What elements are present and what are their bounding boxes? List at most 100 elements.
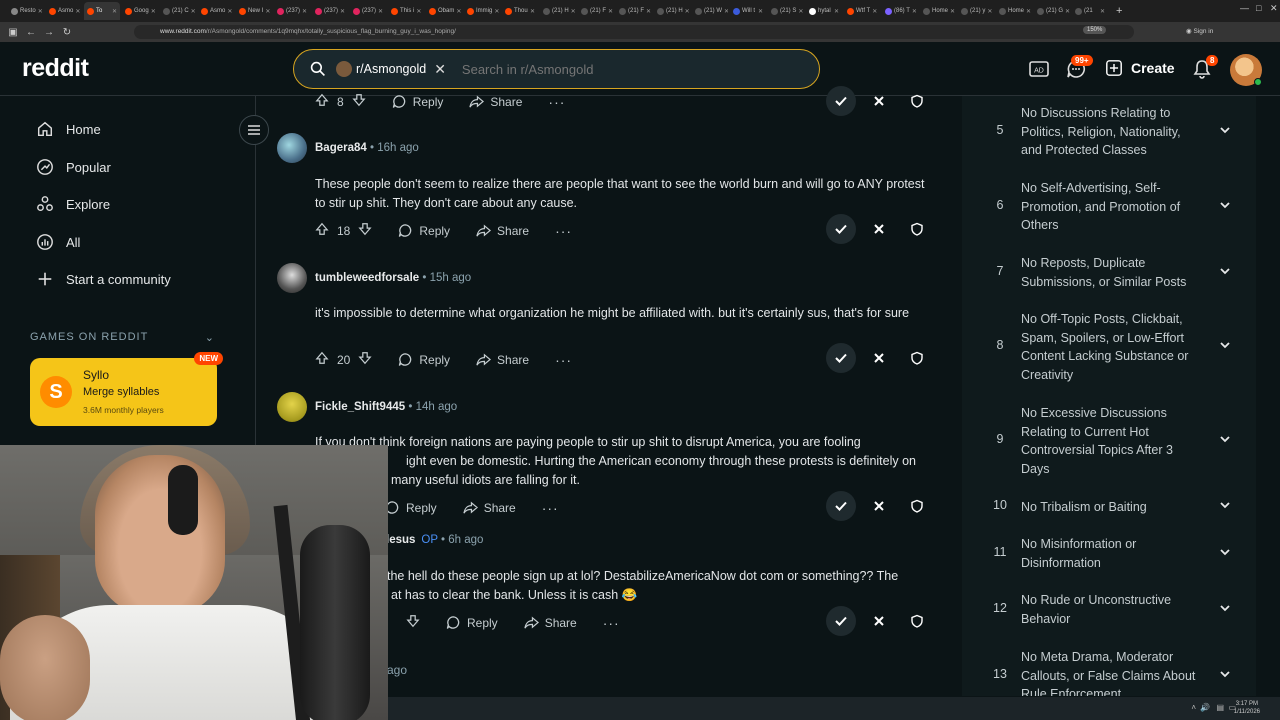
url-field[interactable]: www.reddit.com/r/Asmongold/comments/1q9m… xyxy=(134,25,1134,39)
share-button[interactable]: Share xyxy=(463,500,516,515)
approve-button[interactable] xyxy=(826,606,856,636)
browser-tab[interactable]: Immig ✕ xyxy=(464,2,500,20)
more-options-button[interactable]: ··· xyxy=(555,223,572,239)
tab-close-icon[interactable]: ✕ xyxy=(1100,8,1105,15)
chevron-down-icon[interactable] xyxy=(1218,601,1232,615)
comment-author[interactable]: Bagera84 • 16h ago xyxy=(315,142,419,154)
browser-tab[interactable]: (237) ✕ xyxy=(312,2,348,20)
create-button[interactable]: Create xyxy=(1105,59,1175,77)
reply-button[interactable]: Reply xyxy=(446,615,498,630)
chevron-down-icon[interactable] xyxy=(1218,432,1232,446)
sidebar-toggle-icon[interactable]: ▣ xyxy=(4,27,22,38)
reddit-logo[interactable]: reddit xyxy=(22,54,89,83)
tab-close-icon[interactable]: ✕ xyxy=(340,8,345,15)
game-card-syllo[interactable]: S Syllo Merge syllables 3.6M monthly pla… xyxy=(30,352,223,426)
browser-tab[interactable]: Asmo ✕ xyxy=(198,2,234,20)
browser-tab[interactable]: (21) W ✕ xyxy=(692,2,728,20)
tab-close-icon[interactable]: ✕ xyxy=(758,8,763,15)
tab-close-icon[interactable]: ✕ xyxy=(38,8,43,15)
share-button[interactable]: Share xyxy=(476,352,529,367)
comment-avatar[interactable] xyxy=(277,392,307,422)
tab-close-icon[interactable]: ✕ xyxy=(191,8,196,15)
user-avatar[interactable] xyxy=(1230,54,1262,86)
browser-tab[interactable]: (237) ✕ xyxy=(350,2,386,20)
tab-close-icon[interactable]: ✕ xyxy=(151,8,156,15)
tab-close-icon[interactable]: ✕ xyxy=(950,8,955,15)
tab-close-icon[interactable]: ✕ xyxy=(378,8,383,15)
tab-close-icon[interactable]: ✕ xyxy=(724,8,728,15)
browser-tab[interactable]: (21) F ✕ xyxy=(616,2,652,20)
browser-tab[interactable]: (21) H ✕ xyxy=(540,2,576,20)
more-options-button[interactable]: ··· xyxy=(542,500,559,516)
sidebar-item-home[interactable]: Home xyxy=(36,120,101,138)
browser-tab[interactable]: Home ✕ xyxy=(996,2,1032,20)
tab-close-icon[interactable]: ✕ xyxy=(571,8,576,15)
approve-button[interactable] xyxy=(826,491,856,521)
reply-button[interactable]: Reply xyxy=(398,223,450,238)
tray-chevron-icon[interactable]: ˄ xyxy=(1191,703,1196,712)
tab-close-icon[interactable]: ✕ xyxy=(112,8,117,15)
browser-tab[interactable]: Wtf T ✕ xyxy=(844,2,880,20)
tab-close-icon[interactable]: ✕ xyxy=(456,8,461,15)
more-options-button[interactable]: ··· xyxy=(603,615,620,631)
tab-close-icon[interactable]: ✕ xyxy=(416,8,421,15)
distinguish-button[interactable] xyxy=(902,491,932,521)
browser-tab[interactable]: To ✕ xyxy=(84,2,120,20)
chevron-down-icon[interactable] xyxy=(1218,498,1232,512)
tab-close-icon[interactable]: ✕ xyxy=(872,8,877,15)
downvote-icon[interactable] xyxy=(406,614,420,631)
sidebar-item-start-community[interactable]: Start a community xyxy=(36,270,171,288)
tab-close-icon[interactable]: ✕ xyxy=(608,8,613,15)
zoom-indicator[interactable]: 150% xyxy=(1083,26,1107,34)
subreddit-search-chip[interactable]: r/Asmongold ✕ xyxy=(336,61,446,78)
upvote-icon[interactable] xyxy=(315,351,329,368)
distinguish-button[interactable] xyxy=(902,606,932,636)
tab-close-icon[interactable]: ✕ xyxy=(494,8,499,15)
tab-close-icon[interactable]: ✕ xyxy=(646,8,651,15)
browser-tab[interactable]: Obam ✕ xyxy=(426,2,462,20)
browser-tab[interactable]: (237) ✕ xyxy=(274,2,310,20)
sidebar-item-explore[interactable]: Explore xyxy=(36,195,110,213)
browser-tab[interactable]: (21) F ✕ xyxy=(578,2,614,20)
chevron-down-icon[interactable] xyxy=(1218,123,1232,137)
comment-author[interactable]: Fickle_Shift9445 • 14h ago xyxy=(315,401,457,413)
downvote-icon[interactable] xyxy=(358,351,372,368)
distinguish-button[interactable] xyxy=(902,343,932,373)
comment-avatar[interactable] xyxy=(277,133,307,163)
tab-close-icon[interactable]: ✕ xyxy=(227,8,232,15)
downvote-icon[interactable] xyxy=(352,93,366,110)
tab-close-icon[interactable]: ✕ xyxy=(798,8,803,15)
tab-close-icon[interactable]: ✕ xyxy=(1065,8,1070,15)
browser-tab[interactable]: New I ✕ xyxy=(236,2,272,20)
comment-avatar[interactable] xyxy=(277,263,307,293)
close-window-icon[interactable]: ✕ xyxy=(1270,3,1278,14)
more-options-button[interactable]: ··· xyxy=(555,352,572,368)
upvote-icon[interactable] xyxy=(315,93,329,110)
minimize-icon[interactable]: — xyxy=(1240,3,1249,13)
reply-button[interactable]: Reply xyxy=(392,94,443,109)
taskbar-clock[interactable]: 3:17 PM 1/11/2026 xyxy=(1234,700,1260,716)
comment-author[interactable]: lesus OP • 6h ago xyxy=(386,534,483,546)
more-options-button[interactable]: ··· xyxy=(548,94,565,110)
browser-tab[interactable]: hytal ✕ xyxy=(806,2,842,20)
chevron-down-icon[interactable] xyxy=(1218,545,1232,559)
browser-tab[interactable]: (21) C ✕ xyxy=(160,2,196,20)
volume-icon[interactable]: 🔊 xyxy=(1200,703,1210,712)
share-button[interactable]: Share xyxy=(469,94,522,109)
browser-tab[interactable]: (21) y ✕ xyxy=(958,2,994,20)
browser-tab[interactable]: Thou ✕ xyxy=(502,2,538,20)
share-button[interactable]: Share xyxy=(524,615,577,630)
distinguish-button[interactable] xyxy=(902,214,932,244)
browser-tab[interactable]: This i ✕ xyxy=(388,2,424,20)
maximize-icon[interactable]: □ xyxy=(1256,3,1261,13)
browser-tab[interactable]: Resto ✕ xyxy=(8,2,44,20)
tab-close-icon[interactable]: ✕ xyxy=(912,8,917,15)
tab-close-icon[interactable]: ✕ xyxy=(75,8,80,15)
distinguish-button[interactable] xyxy=(902,86,932,116)
tab-close-icon[interactable]: ✕ xyxy=(685,8,690,15)
chevron-down-icon[interactable] xyxy=(1218,198,1232,212)
chevron-down-icon[interactable] xyxy=(1218,667,1232,681)
comment-author[interactable]: tumbleweedforsale • 15h ago xyxy=(315,272,471,284)
upvote-icon[interactable] xyxy=(315,222,329,239)
forward-icon[interactable]: → xyxy=(40,27,58,38)
